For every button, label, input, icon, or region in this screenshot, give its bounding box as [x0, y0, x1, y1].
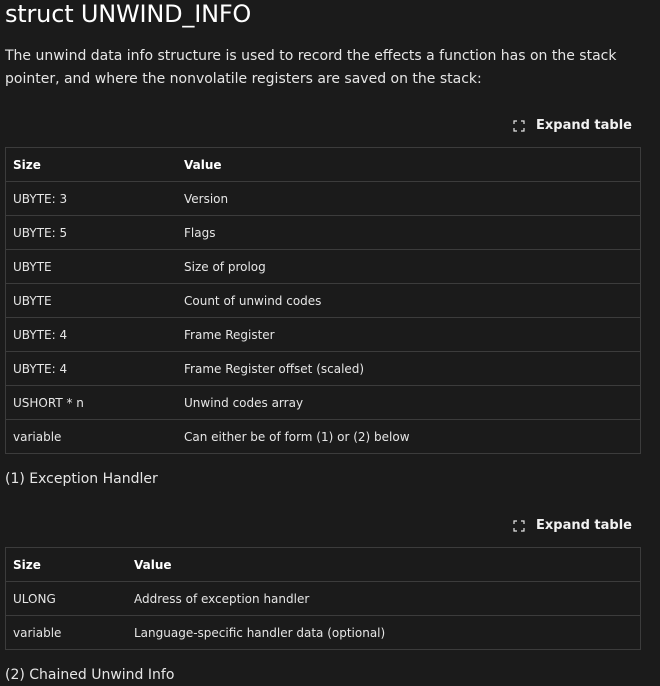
- unwind-info-table: Size Value UBYTE: 3 Version UBYTE: 5 Fla…: [5, 147, 641, 454]
- cell-size: UBYTE: 3: [5, 181, 177, 216]
- cell-value: Count of unwind codes: [177, 283, 641, 318]
- expand-table-label: Expand table: [536, 118, 632, 133]
- table-header-row: Size Value: [5, 147, 641, 182]
- cell-size: UBYTE: [5, 283, 177, 318]
- table-row: UBYTE: 3 Version: [5, 181, 641, 216]
- table-row: UBYTE Count of unwind codes: [5, 283, 641, 318]
- cell-size: UBYTE: [5, 249, 177, 284]
- cell-size: variable: [5, 419, 177, 454]
- expand-table-button-1[interactable]: Expand table: [513, 118, 632, 133]
- column-header-value: Value: [177, 147, 641, 182]
- section-heading-exception-handler: (1) Exception Handler: [5, 471, 158, 487]
- column-header-value: Value: [127, 547, 641, 582]
- page-title: struct UNWIND_INFO: [5, 0, 252, 28]
- cell-value: Can either be of form (1) or (2) below: [177, 419, 641, 454]
- expand-table-label: Expand table: [536, 518, 632, 533]
- cell-size: USHORT * n: [5, 385, 177, 420]
- column-header-size: Size: [5, 547, 127, 582]
- intro-paragraph: The unwind data info structure is used t…: [5, 48, 617, 87]
- cell-value: Unwind codes array: [177, 385, 641, 420]
- cell-size: UBYTE: 5: [5, 215, 177, 250]
- expand-table-button-2[interactable]: Expand table: [513, 518, 632, 533]
- cell-size: UBYTE: 4: [5, 317, 177, 352]
- table-header-row: Size Value: [5, 547, 641, 582]
- cell-value: Address of exception handler: [127, 581, 641, 616]
- exception-handler-table: Size Value ULONG Address of exception ha…: [5, 547, 641, 650]
- cell-value: Frame Register offset (scaled): [177, 351, 641, 386]
- cell-value: Version: [177, 181, 641, 216]
- fullscreen-corners-icon: [513, 519, 525, 532]
- cell-value: Flags: [177, 215, 641, 250]
- cell-value: Size of prolog: [177, 249, 641, 284]
- table-row: UBYTE: 4 Frame Register: [5, 317, 641, 352]
- table-row: variable Can either be of form (1) or (2…: [5, 419, 641, 454]
- cell-value: Language-specific handler data (optional…: [127, 615, 641, 650]
- fullscreen-corners-icon: [513, 119, 525, 132]
- column-header-size: Size: [5, 147, 177, 182]
- section-heading-chained-unwind-info: (2) Chained Unwind Info: [5, 667, 175, 683]
- cell-value: Frame Register: [177, 317, 641, 352]
- table-row: variable Language-specific handler data …: [5, 615, 641, 650]
- table-row: UBYTE Size of prolog: [5, 249, 641, 284]
- cell-size: variable: [5, 615, 127, 650]
- table-row: ULONG Address of exception handler: [5, 581, 641, 616]
- table-row: UBYTE: 5 Flags: [5, 215, 641, 250]
- cell-size: UBYTE: 4: [5, 351, 177, 386]
- cell-size: ULONG: [5, 581, 127, 616]
- table-row: USHORT * n Unwind codes array: [5, 385, 641, 420]
- table-row: UBYTE: 4 Frame Register offset (scaled): [5, 351, 641, 386]
